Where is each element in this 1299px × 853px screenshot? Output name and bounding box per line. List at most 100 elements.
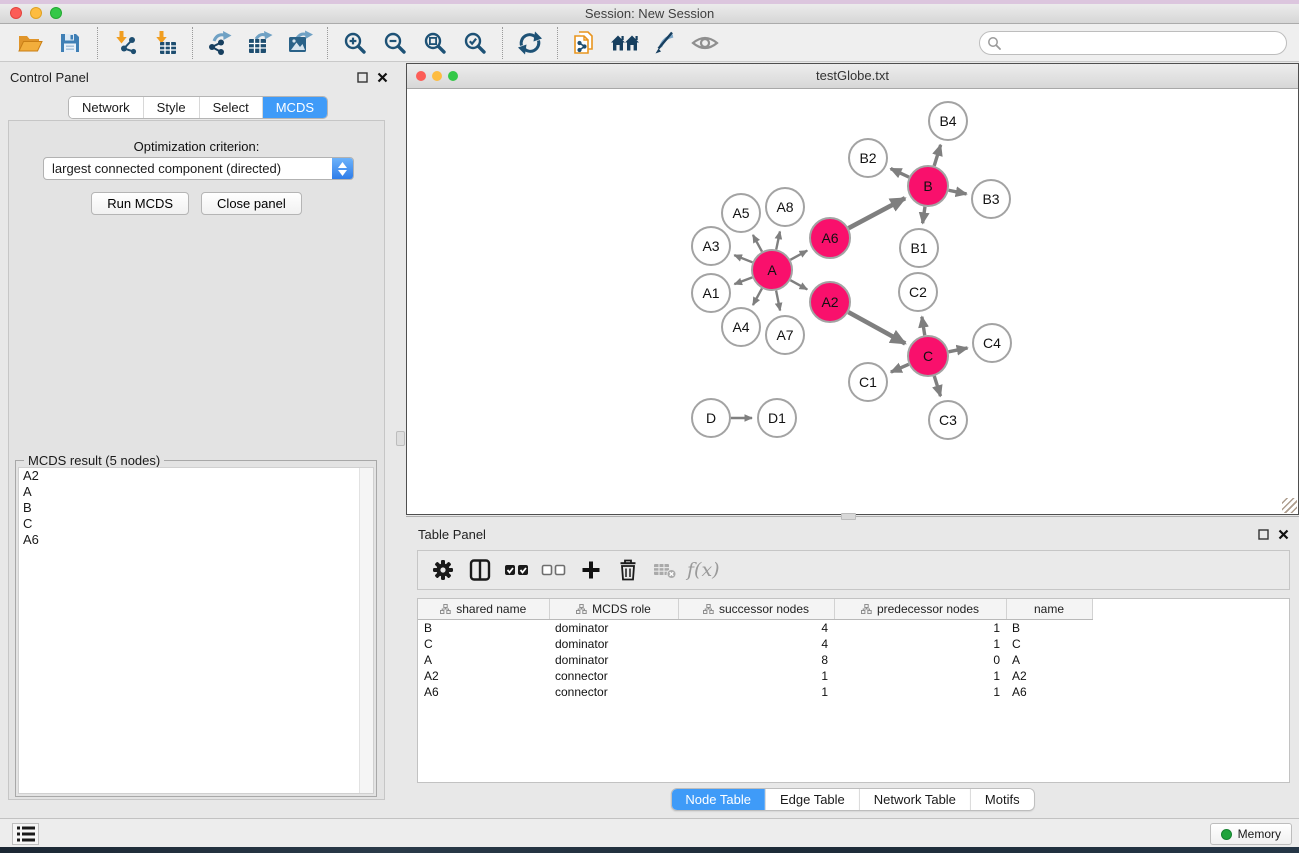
network-node-A5[interactable]: A5 bbox=[722, 194, 760, 232]
window-titlebar[interactable]: Session: New Session bbox=[0, 4, 1299, 24]
gear-icon[interactable] bbox=[424, 553, 461, 587]
search-field[interactable] bbox=[979, 31, 1287, 55]
fx-function-icon[interactable]: f(x) bbox=[687, 559, 720, 581]
table-row[interactable]: Bdominator41B bbox=[418, 620, 1289, 637]
network-edge-A-A7[interactable] bbox=[776, 291, 780, 311]
mcds-result-item[interactable]: A6 bbox=[19, 532, 373, 548]
table-cell[interactable]: A6 bbox=[418, 684, 549, 700]
table-header-row[interactable]: shared name MCDS role successor nodes pr… bbox=[418, 599, 1289, 620]
network-canvas-svg[interactable]: ABCA2A6A1A3A4A5A7A8B1B2B3B4C1C2C3C4DD1 bbox=[407, 89, 1298, 514]
tab-network[interactable]: Network bbox=[69, 97, 143, 118]
float-panel-icon[interactable] bbox=[357, 72, 368, 83]
network-node-A2[interactable]: A2 bbox=[810, 282, 850, 322]
network-node-D1[interactable]: D1 bbox=[758, 399, 796, 437]
tab-select[interactable]: Select bbox=[199, 97, 262, 118]
network-edge-B-B2[interactable] bbox=[891, 169, 909, 178]
table-cell[interactable]: C bbox=[418, 636, 549, 652]
columns-icon[interactable] bbox=[461, 553, 498, 587]
table-cell[interactable]: dominator bbox=[549, 652, 678, 668]
zoom-fit-icon[interactable] bbox=[415, 26, 455, 60]
tab-node-table[interactable]: Node Table bbox=[671, 789, 765, 810]
search-input[interactable] bbox=[1005, 35, 1279, 51]
network-edge-A-A3[interactable] bbox=[734, 255, 752, 262]
network-edge-B-B4[interactable] bbox=[934, 145, 940, 166]
delete-table-icon[interactable] bbox=[646, 553, 683, 587]
close-panel-icon[interactable] bbox=[1278, 529, 1289, 540]
zoom-in-icon[interactable] bbox=[335, 26, 375, 60]
table-cell[interactable]: dominator bbox=[549, 636, 678, 652]
network-window-titlebar[interactable]: testGlobe.txt bbox=[407, 64, 1298, 89]
network-node-A4[interactable]: A4 bbox=[722, 308, 760, 346]
network-edge-C-C3[interactable] bbox=[934, 376, 940, 396]
tab-network-table[interactable]: Network Table bbox=[859, 789, 970, 810]
network-node-B4[interactable]: B4 bbox=[929, 102, 967, 140]
close-panel-button[interactable]: Close panel bbox=[201, 192, 302, 215]
tab-edge-table[interactable]: Edge Table bbox=[765, 789, 859, 810]
result-list-scrollbar[interactable] bbox=[359, 468, 373, 793]
refresh-icon[interactable] bbox=[510, 26, 550, 60]
network-node-B3[interactable]: B3 bbox=[972, 180, 1010, 218]
memory-button[interactable]: Memory bbox=[1210, 823, 1292, 845]
mcds-result-item[interactable]: B bbox=[19, 500, 373, 516]
window-resize-handle[interactable] bbox=[1282, 498, 1297, 513]
table-cell[interactable]: 8 bbox=[678, 652, 834, 668]
network-node-C4[interactable]: C4 bbox=[973, 324, 1011, 362]
float-panel-icon[interactable] bbox=[1258, 529, 1269, 540]
export-table-icon[interactable] bbox=[240, 26, 280, 60]
network-node-B2[interactable]: B2 bbox=[849, 139, 887, 177]
table-cell[interactable]: C bbox=[1006, 636, 1092, 652]
node-table[interactable]: shared name MCDS role successor nodes pr… bbox=[417, 598, 1290, 783]
network-edge-C-C2[interactable] bbox=[922, 317, 925, 336]
column-header-shared-name[interactable]: shared name bbox=[418, 599, 549, 620]
network-edge-A-A4[interactable] bbox=[753, 288, 762, 305]
close-panel-icon[interactable] bbox=[377, 72, 388, 83]
network-edge-C-C4[interactable] bbox=[949, 348, 968, 352]
table-row[interactable]: Adominator80A bbox=[418, 652, 1289, 668]
network-edge-A-A8[interactable] bbox=[776, 231, 780, 249]
zoom-out-icon[interactable] bbox=[375, 26, 415, 60]
table-cell[interactable]: A bbox=[1006, 652, 1092, 668]
network-node-C3[interactable]: C3 bbox=[929, 401, 967, 439]
table-cell[interactable]: connector bbox=[549, 684, 678, 700]
column-header-name[interactable]: name bbox=[1006, 599, 1092, 620]
export-image-icon[interactable] bbox=[280, 26, 320, 60]
table-cell[interactable]: A2 bbox=[418, 668, 549, 684]
save-session-icon[interactable] bbox=[50, 26, 90, 60]
table-cell[interactable]: 4 bbox=[678, 636, 834, 652]
table-cell[interactable]: 0 bbox=[834, 652, 1006, 668]
network-node-D[interactable]: D bbox=[692, 399, 730, 437]
tab-mcds[interactable]: MCDS bbox=[262, 97, 327, 118]
table-cell[interactable]: A6 bbox=[1006, 684, 1092, 700]
network-node-A6[interactable]: A6 bbox=[810, 218, 850, 258]
network-edge-A-A5[interactable] bbox=[753, 235, 762, 252]
column-header-mcds-role[interactable]: MCDS role bbox=[549, 599, 678, 620]
network-edge-A-A1[interactable] bbox=[734, 277, 752, 284]
table-cell[interactable]: A2 bbox=[1006, 668, 1092, 684]
table-cell[interactable]: 1 bbox=[834, 668, 1006, 684]
open-session-icon[interactable] bbox=[10, 26, 50, 60]
column-header-successor-nodes[interactable]: successor nodes bbox=[678, 599, 834, 620]
tab-motifs[interactable]: Motifs bbox=[970, 789, 1034, 810]
home-icon[interactable] bbox=[605, 26, 645, 60]
table-cell[interactable]: 4 bbox=[678, 620, 834, 637]
table-cell[interactable]: 1 bbox=[834, 684, 1006, 700]
network-edge-A-A6[interactable] bbox=[790, 251, 807, 260]
import-network-icon[interactable] bbox=[105, 26, 145, 60]
import-table-icon[interactable] bbox=[145, 26, 185, 60]
mcds-result-item[interactable]: C bbox=[19, 516, 373, 532]
table-row[interactable]: A6connector11A6 bbox=[418, 684, 1289, 700]
criterion-select[interactable]: largest connected component (directed) bbox=[43, 157, 354, 180]
table-row[interactable]: A2connector11A2 bbox=[418, 668, 1289, 684]
mcds-result-item[interactable]: A bbox=[19, 484, 373, 500]
export-network-icon[interactable] bbox=[200, 26, 240, 60]
network-node-A8[interactable]: A8 bbox=[766, 188, 804, 226]
network-node-A7[interactable]: A7 bbox=[766, 316, 804, 354]
horizontal-divider-handle[interactable] bbox=[841, 513, 856, 520]
network-node-A1[interactable]: A1 bbox=[692, 274, 730, 312]
network-edge-B-B3[interactable] bbox=[949, 190, 967, 194]
tab-style[interactable]: Style bbox=[143, 97, 199, 118]
select-all-icon[interactable] bbox=[498, 553, 535, 587]
trash-icon[interactable] bbox=[609, 553, 646, 587]
network-edge-A6-B[interactable] bbox=[849, 198, 905, 228]
graphics-details-icon[interactable] bbox=[645, 26, 685, 60]
